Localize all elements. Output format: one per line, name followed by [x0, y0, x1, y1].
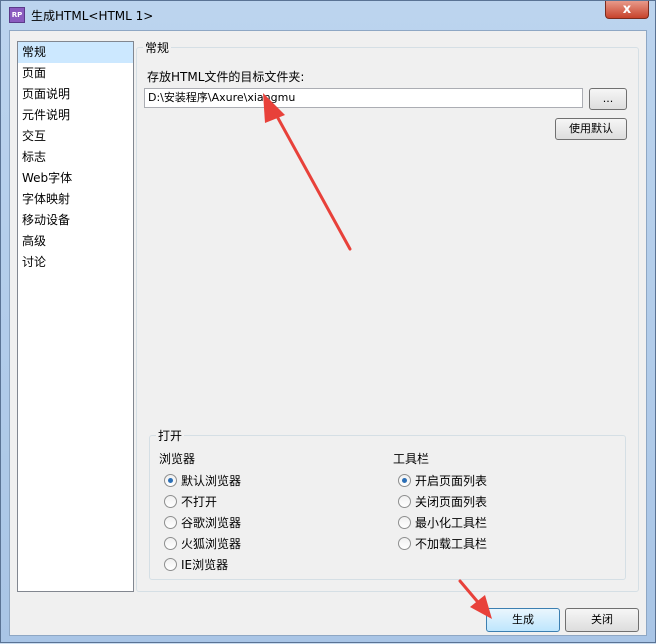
- arrow-to-generate-icon: [458, 579, 492, 619]
- dialog-window: RP 生成HTML<HTML 1> x 常规 页面 页面说明 元件说明 交互 标…: [0, 0, 656, 643]
- annotation-arrows: [263, 93, 492, 619]
- arrow-to-target-folder-icon: [263, 93, 352, 251]
